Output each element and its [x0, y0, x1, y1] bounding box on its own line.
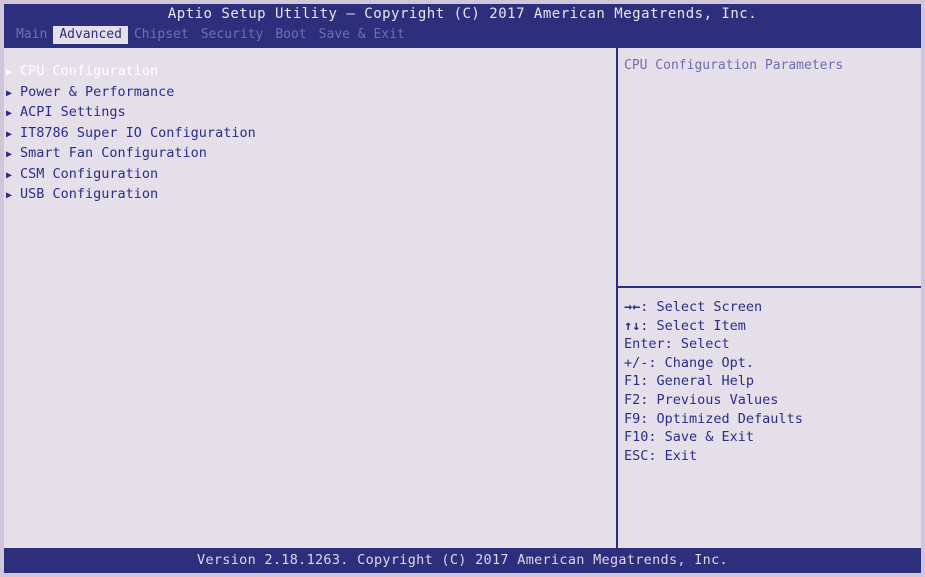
- menu-item-csm-configuration[interactable]: ▶ CSM Configuration: [4, 165, 616, 186]
- menu-item-smart-fan-configuration[interactable]: ▶ Smart Fan Configuration: [4, 144, 616, 165]
- app-title: Aptio Setup Utility – Copyright (C) 2017…: [167, 6, 758, 22]
- key-hint-change-opt: +/-: Change Opt.: [624, 354, 803, 373]
- version-text: Version 2.18.1263. Copyright (C) 2017 Am…: [197, 552, 728, 568]
- menu-item-label: IT8786 Super IO Configuration: [20, 124, 256, 141]
- menu-item-label: CSM Configuration: [20, 165, 159, 182]
- horizontal-divider: [618, 286, 921, 288]
- key-hint-text: : Save & Exit: [648, 429, 755, 446]
- key-hint-enter: Enter: Select: [624, 335, 803, 354]
- tab-chipset[interactable]: Chipset: [128, 26, 195, 44]
- menu-item-usb-configuration[interactable]: ▶ USB Configuration: [4, 185, 616, 206]
- up-down-arrows-icon: ↑↓: [624, 317, 641, 334]
- key-hint-general-help: F1: General Help: [624, 372, 803, 391]
- key-label: Enter: [624, 336, 665, 353]
- key-legend: →←: Select Screen ↑↓: Select Item Enter:…: [624, 298, 803, 465]
- key-label: F10: [624, 429, 649, 446]
- key-hint-optimized-defaults: F9: Optimized Defaults: [624, 410, 803, 429]
- submenu-arrow-icon: ▶: [6, 67, 13, 78]
- tab-advanced[interactable]: Advanced: [53, 26, 128, 44]
- key-hint-text: : Exit: [648, 447, 698, 464]
- menu-item-acpi-settings[interactable]: ▶ ACPI Settings: [4, 103, 616, 124]
- key-label: ESC: [624, 447, 649, 464]
- submenu-arrow-icon: ▶: [6, 149, 13, 160]
- left-right-arrows-icon: →←: [624, 299, 641, 315]
- menu-item-power-performance[interactable]: ▶ Power & Performance: [4, 83, 616, 104]
- submenu-arrow-icon: ▶: [6, 108, 13, 119]
- submenu-arrow-icon: ▶: [6, 87, 13, 99]
- submenu-arrow-icon: ▶: [6, 190, 13, 201]
- key-hint-exit: ESC: Exit: [624, 447, 803, 466]
- key-hint-text: : Select: [664, 336, 730, 353]
- key-hint-save-exit: F10: Save & Exit: [624, 428, 803, 447]
- key-hint-text: : General Help: [640, 373, 755, 390]
- footer-bar: Version 2.18.1263. Copyright (C) 2017 Am…: [4, 548, 921, 573]
- item-description: CPU Configuration Parameters: [624, 58, 844, 73]
- tab-main[interactable]: Main: [10, 26, 53, 44]
- tab-save-exit[interactable]: Save & Exit: [313, 26, 411, 44]
- key-label: F1: [624, 373, 641, 390]
- key-hint-text: : Optimized Defaults: [640, 410, 803, 427]
- menu-list: ▶ CPU Configuration ▶ Power & Performance …: [4, 62, 616, 206]
- menu-item-label: Power & Performance: [20, 83, 175, 100]
- menu-item-super-io-configuration[interactable]: ▶ IT8786 Super IO Configuration: [4, 124, 616, 145]
- key-hint-previous-values: F2: Previous Values: [624, 391, 803, 410]
- bios-screen: Aptio Setup Utility – Copyright (C) 2017…: [4, 4, 921, 573]
- key-hint-text: : Previous Values: [640, 391, 779, 408]
- key-label: +/-: [624, 354, 649, 371]
- menu-item-label: ACPI Settings: [20, 104, 126, 120]
- key-hint-select-item: ↑↓: Select Item: [624, 317, 803, 336]
- tab-security[interactable]: Security: [195, 26, 270, 44]
- submenu-arrow-icon: ▶: [6, 128, 13, 140]
- key-label: F2: [624, 391, 641, 408]
- key-label: F9: [624, 410, 641, 427]
- header-bar: Aptio Setup Utility – Copyright (C) 2017…: [4, 4, 921, 48]
- menu-panel: ▶ CPU Configuration ▶ Power & Performance …: [4, 48, 616, 548]
- menu-item-label: USB Configuration: [20, 186, 159, 202]
- help-panel: CPU Configuration Parameters →←: Select …: [618, 48, 921, 548]
- key-hint-text: : Change Opt.: [648, 354, 755, 371]
- key-hint-select-screen: →←: Select Screen: [624, 298, 803, 317]
- menu-item-label: CPU Configuration: [20, 63, 159, 79]
- key-hint-text: : Select Item: [640, 317, 746, 334]
- tab-bar: Main Advanced Chipset Security Boot Save…: [10, 26, 411, 44]
- tab-boot[interactable]: Boot: [269, 26, 312, 44]
- submenu-arrow-icon: ▶: [6, 169, 13, 181]
- key-hint-text: : Select Screen: [640, 299, 763, 315]
- menu-item-label: Smart Fan Configuration: [20, 145, 207, 161]
- menu-item-cpu-configuration[interactable]: ▶ CPU Configuration: [4, 62, 616, 83]
